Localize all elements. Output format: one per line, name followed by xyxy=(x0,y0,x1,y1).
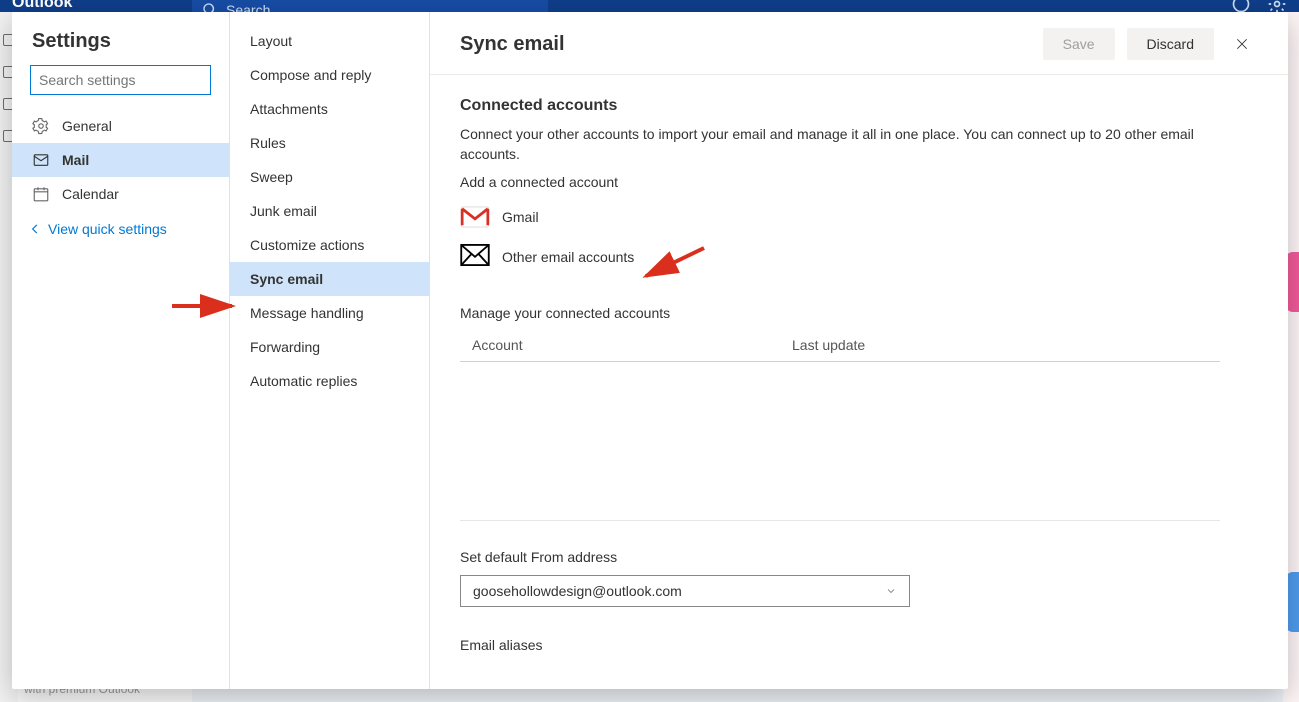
submenu-sweep[interactable]: Sweep xyxy=(230,160,429,194)
settings-submenu: Layout Compose and reply Attachments Rul… xyxy=(230,12,430,689)
nav-general[interactable]: General xyxy=(12,109,229,143)
submenu-layout[interactable]: Layout xyxy=(230,24,429,58)
add-other-email[interactable]: Other email accounts xyxy=(460,236,1220,277)
discard-button[interactable]: Discard xyxy=(1127,28,1214,60)
default-from-dropdown[interactable]: goosehollowdesign@outlook.com xyxy=(460,575,910,607)
close-button[interactable] xyxy=(1226,28,1258,60)
col-account: Account xyxy=(472,337,792,353)
email-aliases-label: Email aliases xyxy=(460,637,1220,653)
envelope-icon xyxy=(460,244,490,269)
nav-label: General xyxy=(62,118,112,134)
save-button[interactable]: Save xyxy=(1043,28,1115,60)
chevron-left-icon xyxy=(28,222,42,236)
settings-modal: Settings General Mail Calendar View quic… xyxy=(12,12,1288,689)
mail-icon xyxy=(32,151,50,169)
close-icon xyxy=(1235,37,1249,51)
default-from-label: Set default From address xyxy=(460,549,1220,565)
submenu-rules[interactable]: Rules xyxy=(230,126,429,160)
connected-accounts-desc: Connect your other accounts to import yo… xyxy=(460,125,1220,164)
settings-search-input[interactable] xyxy=(39,72,220,88)
accounts-table-empty xyxy=(460,362,1220,512)
submenu-customize[interactable]: Customize actions xyxy=(230,228,429,262)
back-label: View quick settings xyxy=(48,221,167,237)
calendar-icon xyxy=(32,185,50,203)
submenu-compose[interactable]: Compose and reply xyxy=(230,58,429,92)
submenu-message-handling[interactable]: Message handling xyxy=(230,296,429,330)
connected-accounts-title: Connected accounts xyxy=(460,97,1220,115)
submenu-junk[interactable]: Junk email xyxy=(230,194,429,228)
settings-title: Settings xyxy=(12,12,229,65)
col-last-update: Last update xyxy=(792,337,1208,353)
gmail-label: Gmail xyxy=(502,209,539,225)
divider xyxy=(460,520,1220,521)
nav-label: Calendar xyxy=(62,186,119,202)
manage-accounts-label: Manage your connected accounts xyxy=(460,305,1220,321)
content-scroll[interactable]: Connected accounts Connect your other ac… xyxy=(430,75,1288,689)
settings-nav: Settings General Mail Calendar View quic… xyxy=(12,12,230,689)
chevron-down-icon xyxy=(885,585,897,597)
view-quick-settings[interactable]: View quick settings xyxy=(12,211,229,247)
nav-mail[interactable]: Mail xyxy=(12,143,229,177)
gear-icon xyxy=(32,117,50,135)
dropdown-value: goosehollowdesign@outlook.com xyxy=(473,583,682,599)
submenu-forwarding[interactable]: Forwarding xyxy=(230,330,429,364)
accounts-table-header: Account Last update xyxy=(460,329,1220,362)
app-brand: Outlook xyxy=(12,0,72,12)
gmail-icon xyxy=(460,206,490,228)
settings-search[interactable] xyxy=(30,65,211,95)
submenu-sync-email[interactable]: Sync email xyxy=(230,262,429,296)
submenu-auto-replies[interactable]: Automatic replies xyxy=(230,364,429,398)
nav-calendar[interactable]: Calendar xyxy=(12,177,229,211)
settings-content: Sync email Save Discard Connected accoun… xyxy=(430,12,1288,689)
add-account-label: Add a connected account xyxy=(460,174,1220,190)
nav-label: Mail xyxy=(62,152,89,168)
add-gmail[interactable]: Gmail xyxy=(460,198,1220,236)
content-header: Sync email Save Discard xyxy=(430,12,1288,75)
content-title: Sync email xyxy=(460,33,1043,56)
other-email-label: Other email accounts xyxy=(502,249,634,265)
submenu-attachments[interactable]: Attachments xyxy=(230,92,429,126)
